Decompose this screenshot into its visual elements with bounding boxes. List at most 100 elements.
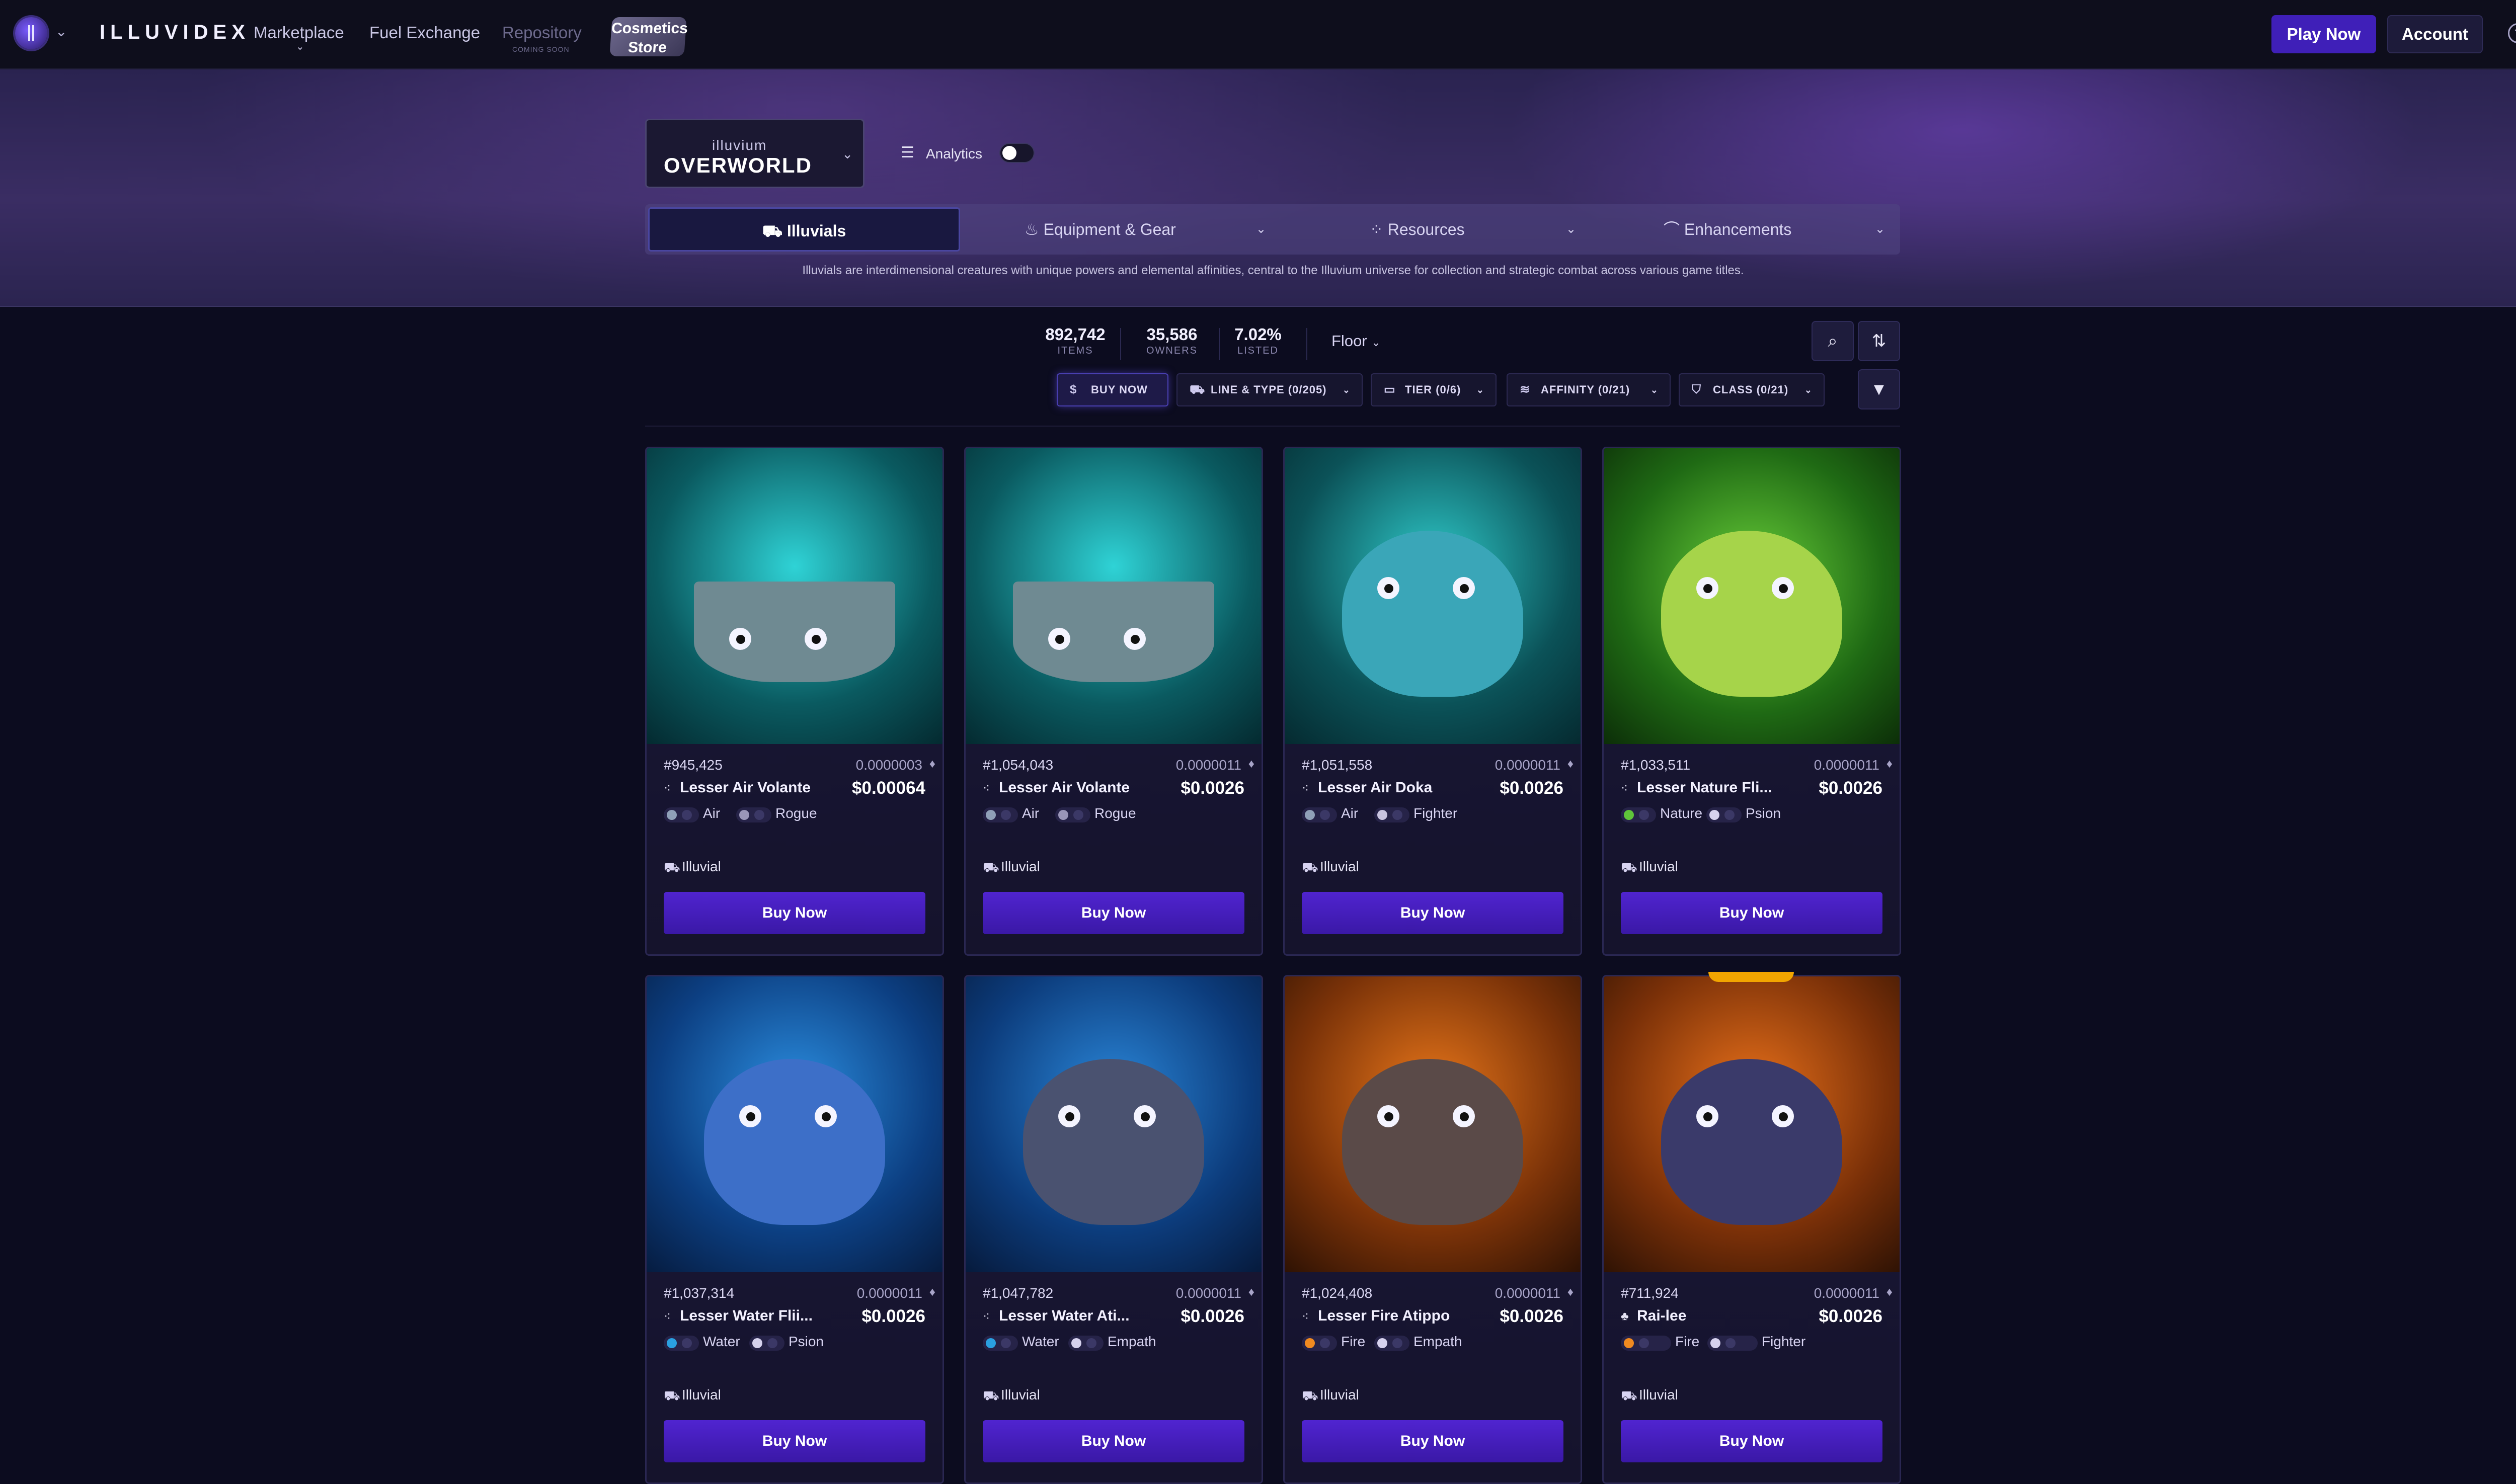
divider [1120,328,1121,360]
illuvial-icon: ⛟ [1190,383,1206,396]
category-tabs: ⛟ Illuvials ♨ Equipment & Gear ⌄ ⁘ Resou… [645,204,1900,255]
chevron-down-icon: ⌄ [842,146,853,161]
illuvial-icon: ⛟ [1302,1388,1318,1403]
affinity-badge [1621,1336,1671,1351]
game-selector-small: illuvium [712,137,767,153]
eth-icon: ♦ [1886,757,1893,771]
help-icon[interactable]: ? [2508,23,2516,43]
chevron-down-icon: ⌄ [1566,222,1577,236]
tier-dots-icon: ⁖ [983,1310,990,1324]
filter-button[interactable]: ▼ [1858,369,1900,409]
chevron-down-icon: ⌄ [296,41,304,52]
buy-now-button[interactable]: Buy Now [664,1420,925,1462]
affinity-badge [664,807,699,822]
illuvial-icon: ⛟ [1621,1388,1637,1403]
game-selector[interactable]: illuvium OVERWORLD ⌄ [645,119,864,188]
brand-logo[interactable]: ILLUVIDEX [100,21,250,44]
filter-buy-now[interactable]: $ BUY NOW [1057,373,1168,406]
affinity-badge [1621,807,1656,822]
chevron-down-icon: ⌄ [1371,336,1381,349]
sort-dropdown[interactable]: Floor ⌄ [1331,332,1381,350]
cosmetics-label-line2: Store [627,39,667,56]
illuvial-image [1285,448,1581,744]
stat-owners: 35,586 OWNERS [1146,325,1198,356]
creature-figure [1661,1059,1842,1225]
item-card[interactable]: #1,051,558 0.0000011 ♦ ⁖ Lesser Air Doka… [1283,447,1582,956]
creature-figure [1023,1059,1204,1225]
analytics-toggle[interactable] [999,143,1035,163]
tier-dots-icon: ⁖ [1302,1310,1309,1324]
filter-class[interactable]: ⛉ CLASS (0/21) ⌄ [1679,373,1825,406]
eth-icon: ♦ [1886,1285,1893,1299]
illuvial-image [647,448,942,744]
chevron-down-icon: ⌄ [1476,385,1484,395]
nav-marketplace[interactable]: Marketplace [254,23,344,42]
buy-now-button[interactable]: Buy Now [983,1420,1244,1462]
class-badge [1707,1336,1758,1351]
enhancement-icon: ⌒ [1664,220,1684,238]
tier-dots-icon: ⁖ [664,1310,671,1324]
illuvium-logo-icon[interactable] [15,17,47,49]
stat-listed: 7.02% LISTED [1234,325,1282,356]
game-selector-name: OVERWORLD [664,153,812,177]
filter-line-type[interactable]: ⛟ LINE & TYPE (0/205) ⌄ [1176,373,1363,406]
chevron-down-icon: ⌄ [1875,222,1885,236]
tier-dots-icon: ⁖ [1621,782,1628,795]
item-card[interactable]: #1,024,408 0.0000011 ♦ ⁖ Lesser Fire Ati… [1283,975,1582,1484]
search-icon: ⌕ [1828,332,1838,351]
illuvial-image [647,976,942,1272]
eth-icon: ♦ [1248,757,1254,771]
item-card[interactable]: #711,924 0.0000011 ♦ ♣ Rai-lee $0.0026 F… [1602,975,1901,1484]
search-button[interactable]: ⌕ [1812,321,1854,361]
buy-now-button[interactable]: Buy Now [664,892,925,934]
class-badge [1374,1336,1409,1351]
item-card[interactable]: #1,037,314 0.0000011 ♦ ⁖ Lesser Water Fl… [645,975,944,1484]
illuvial-image [1604,976,1900,1272]
tab-enhancements[interactable]: ⌒ Enhancements ⌄ [1664,207,1895,252]
analytics-label: Analytics [926,146,983,161]
illuvial-icon: ⛟ [762,222,787,240]
eth-icon: ♦ [1567,757,1574,771]
class-badge [736,807,771,822]
class-badge [1706,807,1742,822]
buy-now-button[interactable]: Buy Now [1621,1420,1882,1462]
affinity-badge [983,1336,1018,1351]
flame-icon: ♨ [1025,220,1044,238]
tab-illuvials[interactable]: ⛟ Illuvials [648,207,960,252]
tab-equipment-gear[interactable]: ♨ Equipment & Gear ⌄ [1025,207,1276,252]
item-card[interactable]: #1,054,043 0.0000011 ♦ ⁖ Lesser Air Vola… [964,447,1263,956]
affinity-badge [983,807,1018,822]
buy-now-button[interactable]: Buy Now [1302,892,1563,934]
filter-icon: ▼ [1870,380,1888,399]
divider [1219,328,1220,360]
buy-now-button[interactable]: Buy Now [1302,1420,1563,1462]
coming-soon-label: COMING SOON [512,45,570,53]
eth-icon: ♦ [1248,1285,1254,1299]
tier-dots-icon: ⁖ [1302,782,1309,795]
chevron-down-icon: ⌄ [1804,385,1813,395]
cosmetics-store-link[interactable]: Cosmetics Store [609,17,688,56]
illuvial-icon: ⛟ [664,860,680,875]
illuvial-icon: ⛟ [664,1388,680,1403]
top-navbar: ⌄ ILLUVIDEX Marketplace ⌄ Fuel Exchange … [0,0,2516,69]
affinity-badge [664,1336,699,1351]
creature-figure [694,581,895,682]
sort-order-button[interactable]: ⇅ [1858,321,1900,361]
affinity-badge [1302,1336,1337,1351]
creature-figure [704,1059,885,1225]
filter-affinity[interactable]: ≋ AFFINITY (0/21) ⌄ [1507,373,1671,406]
tab-resources[interactable]: ⁘ Resources ⌄ [1370,207,1611,252]
illuvial-icon: ⛟ [1621,860,1637,875]
buy-now-button[interactable]: Buy Now [1621,892,1882,934]
account-button[interactable]: Account [2387,15,2483,53]
play-now-button[interactable]: Play Now [2271,15,2376,53]
item-card[interactable]: #945,425 0.0000003 ♦ ⁖ Lesser Air Volant… [645,447,944,956]
divider [1306,328,1307,360]
filter-tier[interactable]: ▭ TIER (0/6) ⌄ [1371,373,1497,406]
nav-fuel-exchange[interactable]: Fuel Exchange [369,23,480,42]
chevron-down-icon: ⌄ [1256,222,1267,236]
buy-now-button[interactable]: Buy Now [983,892,1244,934]
item-card[interactable]: #1,047,782 0.0000011 ♦ ⁖ Lesser Water At… [964,975,1263,1484]
item-card[interactable]: #1,033,511 0.0000011 ♦ ⁖ Lesser Nature F… [1602,447,1901,956]
chevron-down-icon[interactable]: ⌄ [55,23,67,40]
